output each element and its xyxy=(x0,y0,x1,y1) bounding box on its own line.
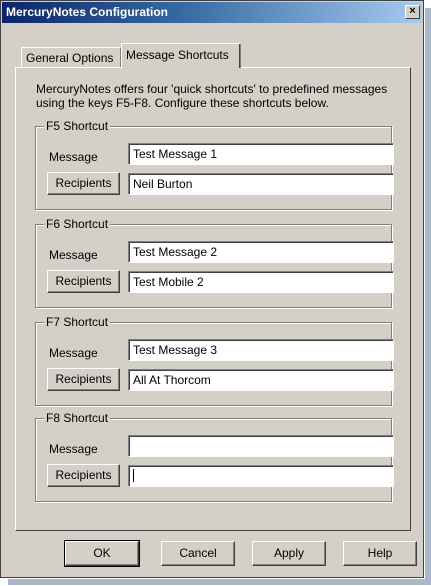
tab-general-options[interactable]: General Options xyxy=(21,47,121,67)
tab-message-shortcuts[interactable]: Message Shortcuts xyxy=(121,43,241,68)
group-legend: F6 Shortcut xyxy=(44,217,111,231)
window-title: MercuryNotes Configuration xyxy=(6,5,169,19)
group-legend: F8 Shortcut xyxy=(44,411,111,425)
intro-text: MercuryNotes offers four 'quick shortcut… xyxy=(36,82,388,110)
f5-recipients-input[interactable]: Neil Burton xyxy=(128,173,394,195)
f8-recipients-button[interactable]: Recipients xyxy=(47,464,120,487)
group-legend: F7 Shortcut xyxy=(44,315,111,329)
tab-label: General Options xyxy=(26,51,114,65)
apply-button[interactable]: Apply xyxy=(252,541,326,566)
f7-message-input[interactable]: Test Message 3 xyxy=(128,339,394,361)
message-label: Message xyxy=(49,248,98,262)
f6-recipients-button[interactable]: Recipients xyxy=(47,270,120,293)
group-f8-shortcut: F8 Shortcut Message Recipients xyxy=(35,411,394,502)
cancel-button[interactable]: Cancel xyxy=(161,541,235,566)
tab-label: Message Shortcuts xyxy=(126,48,229,62)
f5-recipients-button[interactable]: Recipients xyxy=(47,172,120,195)
f8-message-input[interactable] xyxy=(128,435,394,457)
window-shadow-right xyxy=(425,8,431,583)
f8-recipients-input[interactable] xyxy=(128,465,394,487)
f6-recipients-input[interactable]: Test Mobile 2 xyxy=(128,271,394,293)
help-button[interactable]: Help xyxy=(343,541,417,566)
config-dialog: MercuryNotes Configuration × General Opt… xyxy=(0,0,424,578)
message-label: Message xyxy=(49,442,98,456)
close-button[interactable]: × xyxy=(405,5,420,19)
f6-message-input[interactable]: Test Message 2 xyxy=(128,241,394,263)
group-f6-shortcut: F6 Shortcut Message Test Message 2 Recip… xyxy=(35,217,394,308)
tab-edge xyxy=(239,44,240,68)
tab-panel: MercuryNotes offers four 'quick shortcut… xyxy=(15,67,411,531)
f5-message-input[interactable]: Test Message 1 xyxy=(128,143,394,165)
group-f7-shortcut: F7 Shortcut Message Test Message 3 Recip… xyxy=(35,315,394,406)
close-icon: × xyxy=(409,5,416,17)
group-f5-shortcut: F5 Shortcut Message Test Message 1 Recip… xyxy=(35,119,394,210)
f7-recipients-button[interactable]: Recipients xyxy=(47,368,120,391)
group-legend: F5 Shortcut xyxy=(44,119,111,133)
text-caret xyxy=(133,469,134,482)
title-bar[interactable]: MercuryNotes Configuration × xyxy=(2,2,422,23)
window-shadow-bottom xyxy=(8,579,431,585)
message-label: Message xyxy=(49,150,98,164)
message-label: Message xyxy=(49,346,98,360)
f7-recipients-input[interactable]: All At Thorcom xyxy=(128,369,394,391)
ok-button[interactable]: OK xyxy=(64,540,140,567)
